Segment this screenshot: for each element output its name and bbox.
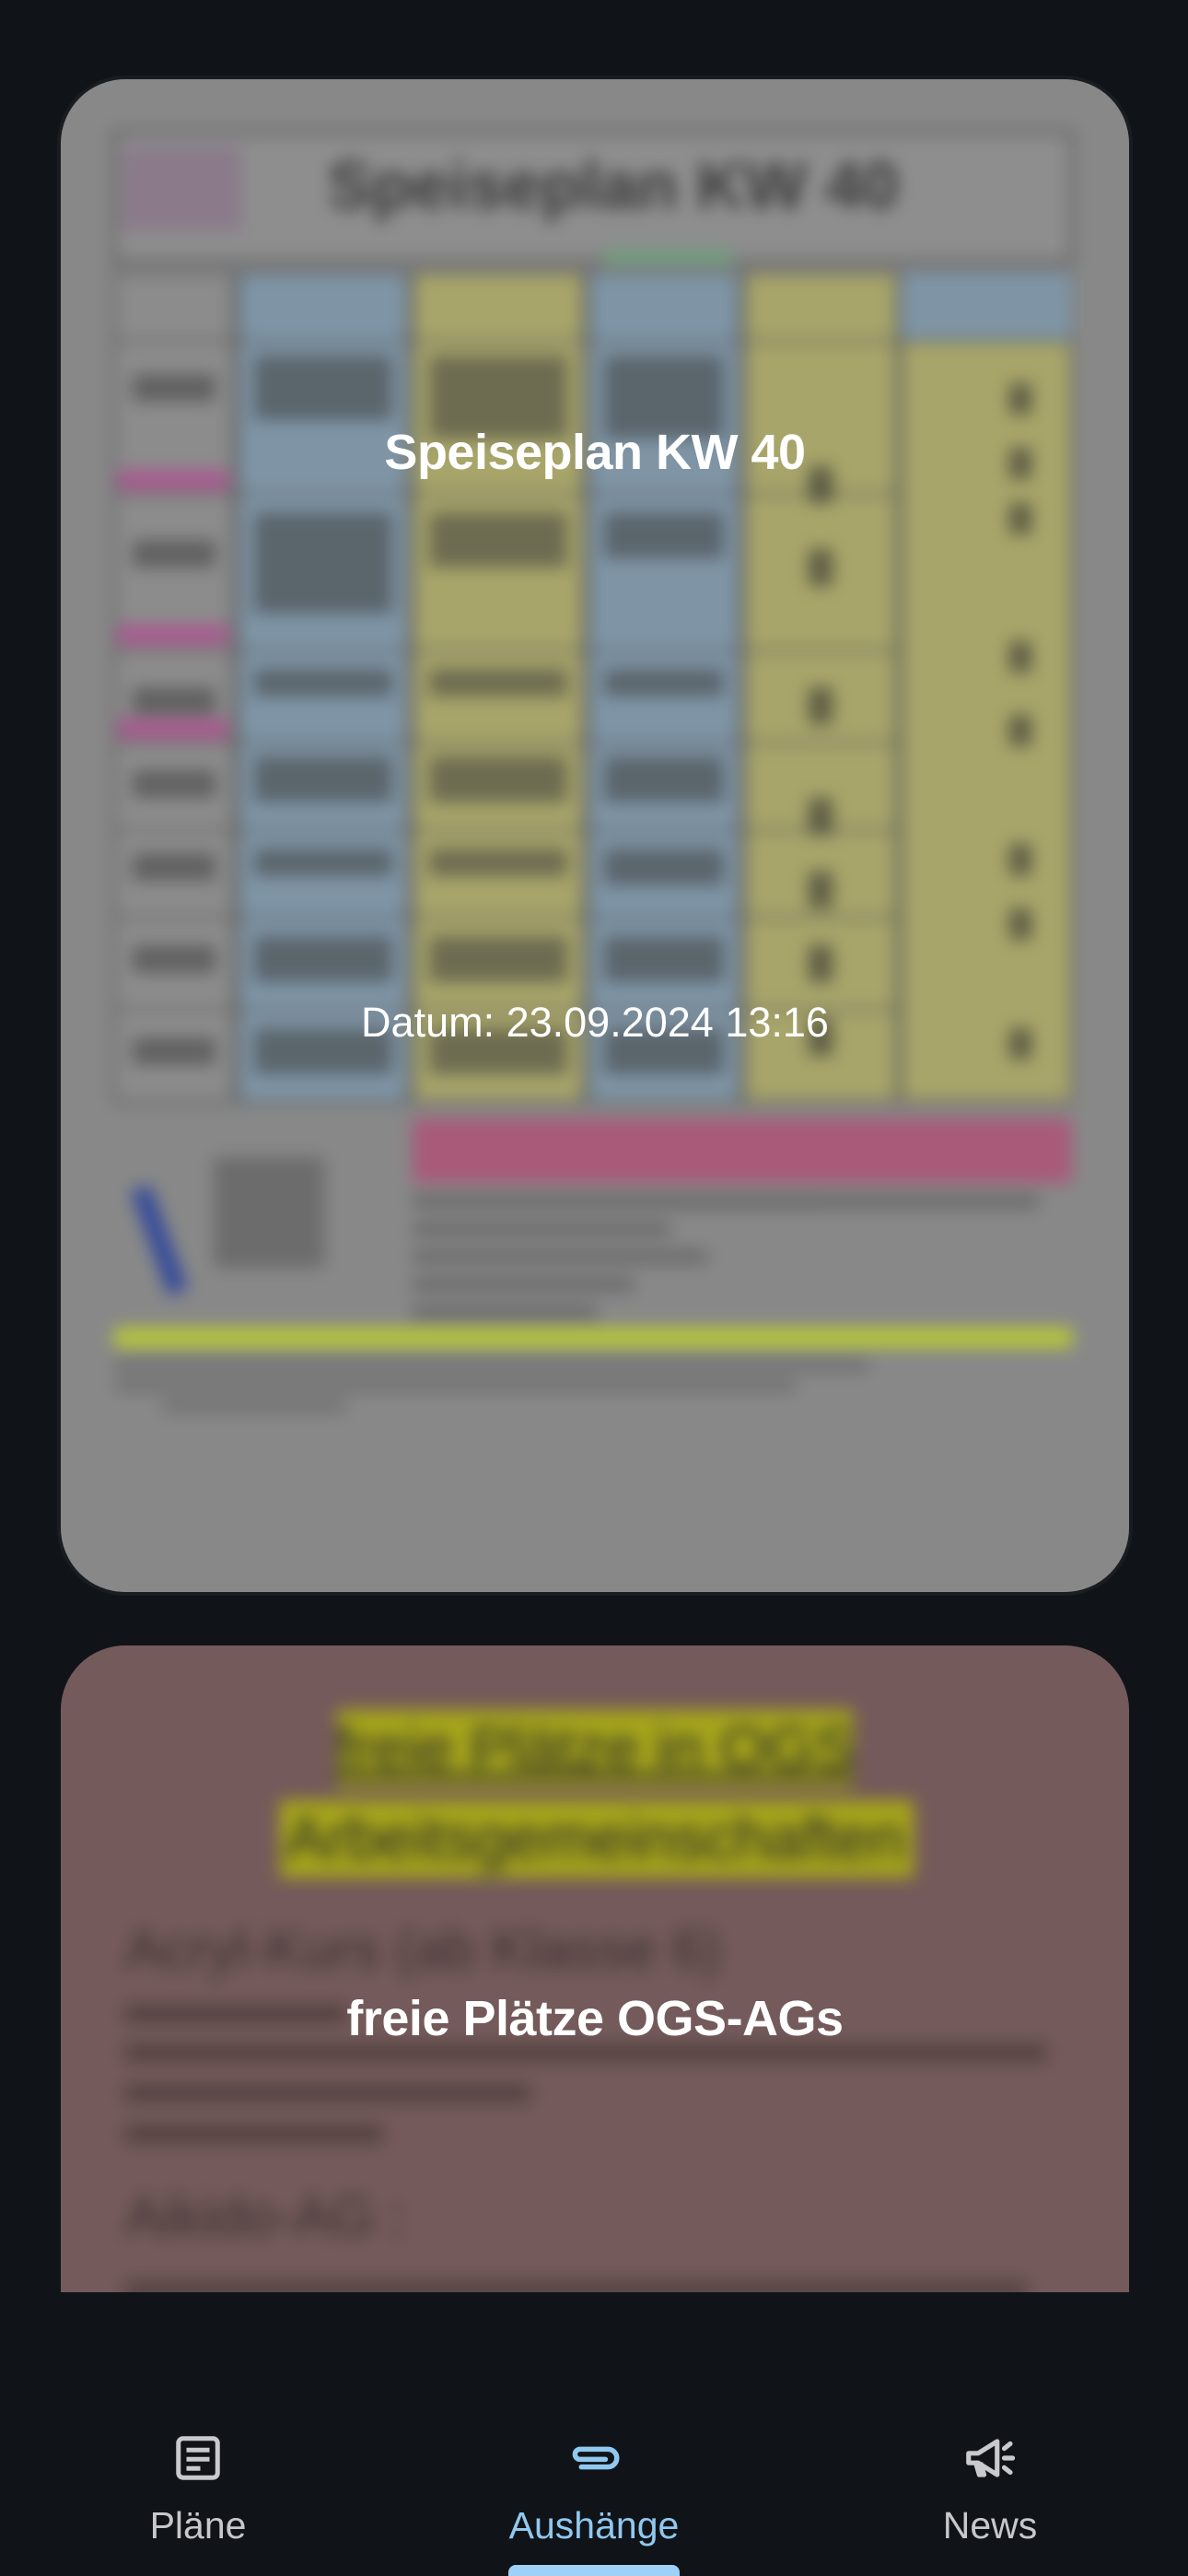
nav-item-label: Aushänge xyxy=(508,2504,680,2547)
bottom-navigation: Pläne Aushänge News xyxy=(0,2395,1188,2576)
preview-heading: Speiseplan KW 40 xyxy=(328,149,899,223)
active-tab-indicator xyxy=(508,2565,680,2576)
nav-item-aushaenge[interactable]: Aushänge xyxy=(396,2395,792,2576)
nav-item-news[interactable]: News xyxy=(792,2395,1188,2576)
screen: Speiseplan KW 40 Speiseplan KW 40 Datum:… xyxy=(0,0,1188,2576)
megaphone-icon xyxy=(955,2423,1025,2493)
preview-section-1: Acryl-Kurs (ab Klasse 6) xyxy=(125,1918,721,1980)
preview-headline-1: freie Plätze in OGS xyxy=(335,1714,856,1782)
nav-item-plaene[interactable]: Pläne xyxy=(0,2395,396,2576)
nav-item-label: Pläne xyxy=(149,2504,247,2547)
notice-card-date: Datum: 23.09.2024 13:16 xyxy=(361,999,829,1046)
paperclip-icon xyxy=(559,2423,629,2493)
nav-item-label: News xyxy=(942,2504,1038,2547)
notice-card-title: freie Plätze OGS-AGs xyxy=(346,1991,844,2046)
preview-headline-2: Arbeitsgemeinschaften xyxy=(285,1804,903,1872)
document-list-icon xyxy=(163,2423,233,2493)
notice-preview-image: Speiseplan KW 40 xyxy=(61,79,1129,1592)
speiseplan-preview: Speiseplan KW 40 xyxy=(61,79,1129,1592)
notice-card-speiseplan[interactable]: Speiseplan KW 40 Speiseplan KW 40 Datum:… xyxy=(61,79,1129,1592)
preview-section-2: Aikido-AG : xyxy=(125,2185,404,2247)
notice-card-title: Speiseplan KW 40 xyxy=(384,425,806,480)
